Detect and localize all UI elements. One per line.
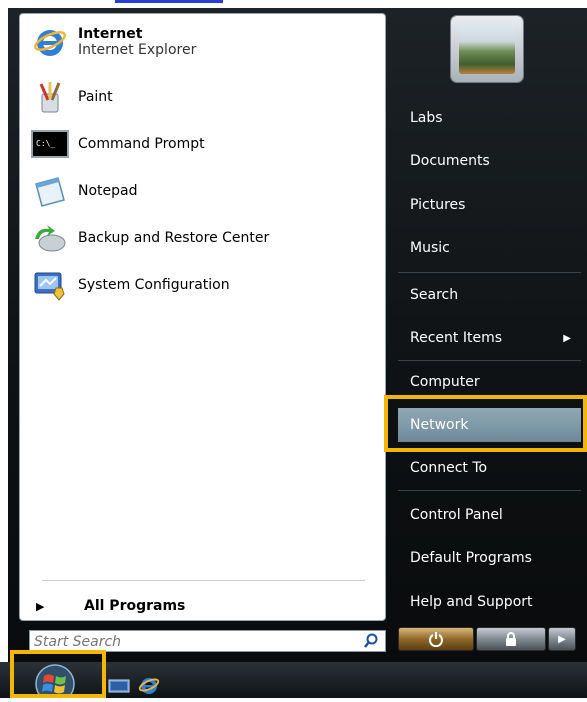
right-item-search[interactable]: Search bbox=[398, 280, 581, 310]
user-account-picture[interactable] bbox=[451, 16, 523, 82]
all-programs-button[interactable]: ▶ All Programs bbox=[36, 592, 376, 620]
lock-button[interactable] bbox=[476, 627, 546, 651]
start-search-box[interactable] bbox=[29, 630, 386, 652]
power-icon bbox=[429, 632, 443, 647]
pinned-internet-explorer[interactable]: Internet Internet Explorer bbox=[30, 22, 375, 62]
triangle-right-icon: ▶ bbox=[36, 599, 45, 613]
right-item-music[interactable]: Music bbox=[398, 233, 581, 263]
right-item-connect-to[interactable]: Connect To bbox=[398, 453, 581, 483]
pinned-subtitle: Internet Explorer bbox=[78, 42, 197, 58]
notepad-icon bbox=[30, 171, 70, 211]
right-item-control-panel[interactable]: Control Panel bbox=[398, 500, 581, 530]
recent-command-prompt[interactable]: C:\_ Command Prompt bbox=[30, 124, 375, 164]
right-item-recent-items[interactable]: Recent Items ▶ bbox=[398, 323, 581, 353]
recent-notepad[interactable]: Notepad bbox=[30, 171, 375, 211]
right-item-labs[interactable]: Labs bbox=[398, 103, 581, 133]
arrow-right-icon: ▶ bbox=[558, 633, 566, 645]
program-name: Paint bbox=[78, 89, 113, 105]
right-item-computer[interactable]: Computer bbox=[398, 367, 581, 397]
right-item-label: Default Programs bbox=[410, 550, 532, 566]
program-name: Notepad bbox=[78, 183, 138, 199]
right-item-documents[interactable]: Documents bbox=[398, 146, 581, 176]
right-item-default-programs[interactable]: Default Programs bbox=[398, 543, 581, 573]
link-fragment bbox=[115, 0, 223, 3]
program-name: Command Prompt bbox=[78, 136, 205, 152]
recent-system-configuration[interactable]: System Configuration bbox=[30, 265, 375, 305]
network-highlight-box bbox=[384, 395, 587, 452]
power-controls: ▶ bbox=[396, 627, 582, 653]
right-divider bbox=[398, 490, 581, 491]
program-name: Backup and Restore Center bbox=[78, 230, 270, 246]
right-item-help-and-support[interactable]: Help and Support bbox=[398, 587, 581, 617]
right-item-label: Pictures bbox=[410, 197, 466, 213]
right-item-label: Search bbox=[410, 287, 459, 303]
backup-restore-icon bbox=[30, 218, 70, 258]
start-search-input[interactable] bbox=[34, 633, 354, 651]
right-item-label: Connect To bbox=[410, 460, 488, 476]
right-item-label: Labs bbox=[410, 110, 443, 126]
right-divider bbox=[398, 360, 581, 361]
command-prompt-icon: C:\_ bbox=[30, 124, 70, 164]
system-configuration-icon bbox=[30, 265, 70, 305]
search-icon[interactable] bbox=[363, 633, 379, 649]
paint-icon bbox=[30, 77, 70, 117]
svg-text:C:\_: C:\_ bbox=[36, 139, 55, 148]
right-item-label: Music bbox=[410, 240, 450, 256]
right-item-label: Documents bbox=[410, 153, 490, 169]
lock-icon bbox=[506, 632, 516, 646]
recent-backup-restore[interactable]: Backup and Restore Center bbox=[30, 218, 375, 258]
divider bbox=[42, 580, 365, 581]
right-item-pictures[interactable]: Pictures bbox=[398, 190, 581, 220]
internet-explorer-icon bbox=[30, 22, 70, 62]
programs-pane: Internet Internet Explorer Paint C:\_ Co… bbox=[19, 13, 386, 621]
submenu-arrow-icon: ▶ bbox=[563, 332, 571, 344]
right-item-label: Computer bbox=[410, 374, 480, 390]
show-desktop-icon[interactable] bbox=[108, 678, 130, 698]
start-button-highlight-box bbox=[10, 650, 106, 698]
right-item-label: Help and Support bbox=[410, 594, 533, 610]
right-divider bbox=[398, 272, 581, 273]
all-programs-label: All Programs bbox=[84, 598, 186, 614]
pinned-name: Internet bbox=[78, 26, 143, 42]
user-picture-image bbox=[459, 24, 515, 74]
right-item-label: Recent Items bbox=[410, 330, 502, 346]
recent-paint[interactable]: Paint bbox=[30, 77, 375, 117]
internet-explorer-quicklaunch-icon[interactable] bbox=[138, 674, 160, 700]
power-button[interactable] bbox=[398, 627, 474, 651]
shutdown-options-button[interactable]: ▶ bbox=[548, 627, 576, 651]
right-item-label: Control Panel bbox=[410, 507, 503, 523]
program-name: System Configuration bbox=[78, 277, 230, 293]
